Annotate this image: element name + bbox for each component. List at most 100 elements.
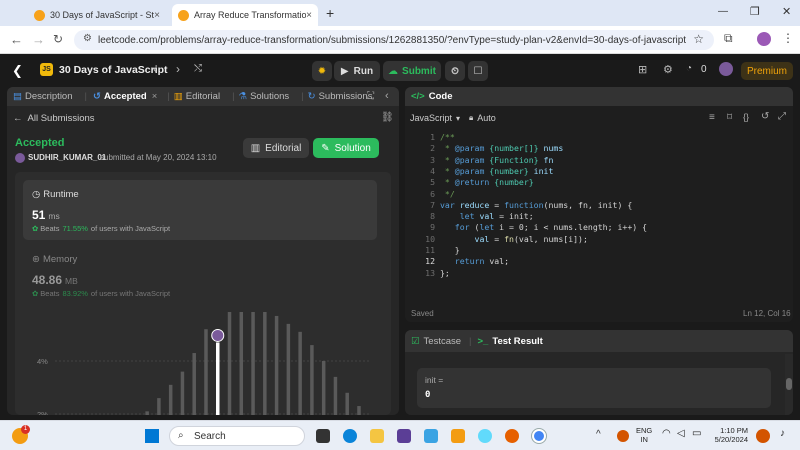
distribution-bar[interactable] <box>239 312 244 415</box>
next-problem-icon[interactable]: › <box>176 62 180 76</box>
store-icon[interactable] <box>424 429 438 443</box>
code-line[interactable]: val = fn(val, nums[i]); <box>440 234 588 245</box>
fullscreen-icon[interactable]: ⤢ <box>778 111 786 122</box>
windows-start-icon[interactable] <box>145 429 159 443</box>
collapse-panel-icon[interactable]: ‹ <box>385 90 389 102</box>
runtime-card[interactable]: ◷ Runtime 51 ms ✿ Beats 71.55% of users w… <box>23 180 377 240</box>
auto-mode-toggle[interactable]: 🔒︎ Auto <box>469 113 496 123</box>
distribution-bar[interactable] <box>357 406 361 415</box>
layout-grid-icon[interactable]: ⊞ <box>638 63 647 76</box>
tab-close-icon[interactable]: × <box>152 91 158 102</box>
code-line[interactable]: /** <box>440 132 455 143</box>
code-line[interactable]: var reduce = function(nums, fn, init) { <box>440 200 632 211</box>
maximize-panel-icon[interactable]: ⛶ <box>367 91 374 102</box>
scroll-thumb[interactable] <box>786 378 792 390</box>
window-minimize-button[interactable]: — <box>718 6 728 17</box>
study-plan-title[interactable]: 30 Days of JavaScript <box>59 64 168 76</box>
distribution-bar[interactable] <box>251 312 255 415</box>
tab-description[interactable]: ▤ Description <box>13 91 73 102</box>
distribution-bar[interactable] <box>263 312 267 415</box>
tray-chevron-icon[interactable]: ^ <box>596 429 601 440</box>
reset-code-icon[interactable]: ↺ <box>761 111 769 122</box>
code-editor[interactable]: 1 /** 2 * @param {number[]} nums 3 * @param… <box>405 132 793 282</box>
firefox-icon[interactable] <box>505 429 519 443</box>
distribution-bar[interactable] <box>204 329 208 415</box>
window-maximize-button[interactable]: ❐ <box>750 5 760 18</box>
tab-close-icon[interactable]: × <box>306 10 312 21</box>
code-line[interactable]: }; <box>440 268 450 279</box>
result-scrollbar[interactable] <box>785 354 793 415</box>
wifi-icon[interactable]: ◠ <box>662 428 671 439</box>
edge-browser-icon[interactable] <box>343 429 357 443</box>
distribution-bar[interactable] <box>286 323 291 415</box>
language-select[interactable]: JavaScript ▾ <box>410 113 460 123</box>
settings-gear-icon[interactable]: ⚙ <box>663 63 673 76</box>
new-tab-button[interactable]: + <box>326 5 334 21</box>
extensions-icon[interactable]: ⧉ <box>724 31 733 46</box>
code-line[interactable]: for (let i = 0; i < nums.length; i++) { <box>440 222 647 233</box>
code-line[interactable]: */ <box>440 189 455 200</box>
timer-button[interactable]: ⏲ <box>445 61 465 81</box>
react-app-icon[interactable] <box>478 429 492 443</box>
tab-submissions[interactable]: ↻ Submissions <box>308 91 373 102</box>
code-line[interactable]: * @param {number} init <box>440 166 553 177</box>
memory-card[interactable]: ⊛ Memory 48.86 MB ✿ Beats 83.92% of users… <box>23 250 377 310</box>
leetcode-logo-icon[interactable]: ❮ <box>12 63 23 79</box>
braces-icon[interactable]: {} <box>743 112 749 122</box>
browser-tab-study-plan[interactable]: 30 Days of JavaScript - Study Pl × <box>28 4 166 26</box>
volume-icon[interactable]: ◁ <box>677 428 685 439</box>
site-info-icon[interactable]: ⚙ <box>83 33 92 44</box>
file-explorer-icon[interactable] <box>370 429 384 443</box>
chrome-icon[interactable] <box>531 428 547 444</box>
browser-tab-array-reduce[interactable]: Array Reduce Transformation - × <box>172 4 318 26</box>
reload-icon[interactable]: ↻ <box>53 32 63 46</box>
distribution-bar[interactable] <box>298 331 302 415</box>
distribution-bar[interactable] <box>157 398 161 415</box>
task-view-icon[interactable] <box>316 429 330 443</box>
distribution-bar[interactable] <box>168 384 173 415</box>
system-clock[interactable]: 1:10 PM 5/20/2024 <box>714 426 748 444</box>
sublime-text-icon[interactable] <box>451 429 465 443</box>
profile-avatar-icon[interactable] <box>757 32 771 46</box>
distribution-bar[interactable] <box>227 312 232 415</box>
code-line[interactable]: * @param {number[]} nums <box>440 143 563 154</box>
premium-button[interactable]: Premium <box>741 62 793 80</box>
bookmark-star-icon[interactable]: ☆ <box>693 32 704 46</box>
browser-menu-icon[interactable]: ⋮ <box>782 31 794 45</box>
share-link-icon[interactable]: ⛓ <box>381 112 394 123</box>
submitter-name[interactable]: SUDHIR_KUMAR_01 <box>28 153 106 162</box>
address-bar[interactable]: ⚙ leetcode.com/problems/array-reduce-tra… <box>74 30 714 50</box>
taskbar-app-icon[interactable] <box>756 429 770 443</box>
run-button[interactable]: ▶ Run <box>334 61 380 81</box>
distribution-bar[interactable] <box>180 371 185 415</box>
editorial-button[interactable]: ▥ Editorial <box>243 138 309 158</box>
all-submissions-link[interactable]: ← All Submissions <box>13 113 95 124</box>
tab-accepted[interactable]: ↺ Accepted × <box>93 91 157 102</box>
distribution-bar[interactable] <box>192 353 196 415</box>
code-line[interactable]: } <box>440 245 460 256</box>
notifications-bell-icon[interactable]: ♪ <box>780 428 785 439</box>
tab-test-result[interactable]: >_ Test Result <box>478 336 543 347</box>
code-line[interactable]: let val = init; <box>440 211 534 222</box>
distribution-bar[interactable] <box>333 376 338 415</box>
battery-icon[interactable]: ▭ <box>692 428 701 439</box>
debug-button[interactable]: ✹ <box>312 61 332 81</box>
tab-close-icon[interactable]: × <box>154 10 160 21</box>
notes-button[interactable]: ☐ <box>468 61 488 81</box>
taskbar-search-box[interactable]: ⌕ Search <box>169 426 305 446</box>
tab-solutions[interactable]: ⚗ Solutions <box>239 91 290 102</box>
prev-problem-icon[interactable]: ‹ <box>153 62 157 76</box>
distribution-bar[interactable] <box>345 392 349 415</box>
code-line[interactable]: return val; <box>440 256 509 267</box>
highlight-bar[interactable] <box>216 342 220 415</box>
solution-button[interactable]: ✎ Solution <box>313 138 379 158</box>
distribution-bar[interactable] <box>310 345 314 415</box>
language-indicator[interactable]: ENG IN <box>636 426 652 444</box>
bookmark-icon[interactable]: ⌑ <box>727 112 732 123</box>
back-arrow-icon[interactable]: ← <box>10 32 23 47</box>
app-icon[interactable] <box>397 429 411 443</box>
streak-fire-icon[interactable]: ◔ <box>686 63 692 74</box>
submit-button[interactable]: ☁ Submit <box>383 61 441 81</box>
tab-editorial[interactable]: ▥ Editorial <box>174 91 220 102</box>
distribution-bar[interactable] <box>321 361 326 415</box>
